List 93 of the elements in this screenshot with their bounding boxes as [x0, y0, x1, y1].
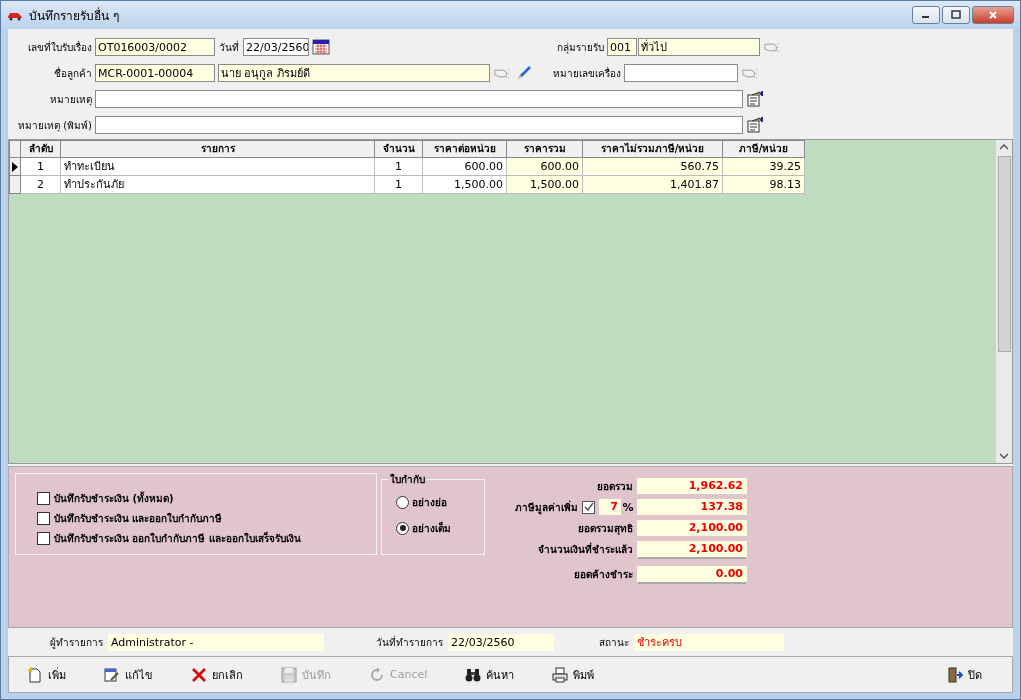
current-row-icon — [12, 161, 18, 172]
transaction-date-value: 22/03/2560 — [448, 633, 554, 651]
field-label: วันที่ — [218, 39, 240, 55]
add-button[interactable]: เพิ่ม — [23, 663, 70, 686]
customer-name-field[interactable]: นาย อนุกูล ภิรมย์ดี — [218, 64, 490, 82]
column-header[interactable]: ราคาต่อหน่วย — [423, 140, 507, 158]
table-cell: ทำประกันภัย — [61, 176, 375, 194]
group-name-field[interactable]: ทั่วไป — [638, 38, 760, 56]
minimize-button[interactable] — [912, 6, 940, 24]
binoculars-icon — [465, 666, 482, 683]
radio-button[interactable]: อย่างเต็ม — [396, 520, 484, 536]
status-value: ชำระครบ — [634, 633, 784, 651]
close-icon — [988, 10, 998, 20]
scroll-up-icon[interactable] — [1000, 144, 1008, 150]
table-cell: 560.75 — [583, 158, 723, 176]
close-button[interactable]: ปิด — [943, 663, 986, 686]
field-label: กลุ่มรายรับ — [556, 40, 605, 55]
x-icon — [191, 666, 207, 683]
scrollbar-thumb[interactable] — [997, 156, 1011, 352]
total-value: 1,962.62 — [637, 478, 747, 494]
printer-icon — [552, 666, 569, 683]
vat-rate-field[interactable]: 7 — [599, 499, 621, 515]
machine-number-field[interactable] — [624, 64, 738, 82]
total-value: 2,100.00 — [637, 541, 747, 557]
checkbox[interactable]: บันทึกรับชำระเงิน (ทั้งหมด) — [37, 490, 376, 506]
window-title: บันทึกรายรับอื่น ๆ — [29, 6, 119, 25]
memo-icon[interactable] — [746, 117, 764, 133]
table-cell: ทำทะเบียน — [61, 158, 375, 176]
radio-indicator[interactable] — [396, 495, 409, 509]
table-cell: 98.13 — [723, 176, 805, 194]
status-label: ผู้ทำรายการ — [49, 635, 104, 650]
checkbox[interactable]: บันทึกรับชำระเงิน ออกใบกำกับภาษี และออกใบเสร็จรับเงิน — [37, 530, 376, 546]
exit-door-icon — [947, 666, 963, 683]
table-cell: 600.00 — [507, 158, 583, 176]
column-header[interactable]: รายการ — [61, 140, 375, 158]
total-value: 137.38 — [637, 499, 747, 515]
memo-icon[interactable] — [746, 91, 764, 107]
calendar-icon[interactable] — [312, 39, 330, 55]
table-cell: 1 — [375, 158, 423, 176]
table-cell: 1,500.00 — [423, 176, 507, 194]
column-header[interactable]: ราคาไม่รวมภาษี/หน่วย — [583, 140, 723, 158]
maximize-icon — [951, 10, 961, 20]
edit-icon — [104, 666, 120, 683]
column-header[interactable]: ภาษี/หน่วย — [723, 140, 805, 158]
status-label: สถานะ — [598, 635, 630, 650]
close-button[interactable] — [972, 6, 1014, 24]
total-label: ภาษีมูลค่าเพิ่ม — [515, 499, 579, 515]
table-cell: 2 — [21, 176, 61, 194]
total-label: ยอดรวมสุทธิ — [578, 521, 634, 536]
new-page-icon — [27, 666, 43, 683]
date-field[interactable]: 22/03/2560 — [243, 38, 309, 56]
table-cell: 1 — [375, 176, 423, 194]
edit-button[interactable]: แก้ไข — [100, 663, 157, 686]
table-cell: 600.00 — [423, 158, 507, 176]
scroll-down-icon[interactable] — [1000, 453, 1008, 459]
total-value: 0.00 — [637, 566, 747, 582]
print-button[interactable]: พิมพ์ — [548, 663, 599, 686]
total-label: ยอดรวม — [597, 479, 634, 494]
operator-value: Administrator - — [108, 633, 324, 651]
receipt-number-field[interactable]: OT016003/0002 — [95, 38, 215, 56]
table-cell: 1 — [21, 158, 61, 176]
radio-button[interactable]: อย่างย่อ — [396, 494, 484, 510]
total-label: ยอดค้างชำระ — [574, 567, 634, 582]
group-title: ใบกำกับ — [388, 472, 427, 487]
field-label: เลขที่ใบรับเรื่อง — [27, 39, 93, 55]
table-cell: 1,401.87 — [583, 176, 723, 194]
void-button[interactable]: ยกเลิก — [187, 663, 247, 686]
row-header[interactable] — [9, 158, 21, 176]
print-note-field[interactable] — [95, 116, 743, 134]
percent-sign: % — [621, 500, 635, 514]
field-label: หมายเหตุ — [49, 92, 93, 107]
search-button[interactable]: ค้นหา — [461, 663, 519, 686]
column-header[interactable]: ลำดับ — [21, 140, 61, 158]
group-code-field[interactable]: 001 — [607, 38, 637, 56]
radio-indicator[interactable] — [396, 521, 409, 535]
undo-icon — [369, 666, 385, 683]
column-header[interactable]: จำนวน — [375, 140, 423, 158]
vat-checkbox[interactable] — [582, 500, 595, 514]
customer-code-field[interactable]: MCR-0001-00004 — [95, 64, 215, 82]
status-label: วันที่ทำรายการ — [375, 634, 444, 650]
table-cell: 1,500.00 — [507, 176, 583, 194]
field-label: หมายเหตุ (พิมพ์) — [17, 118, 93, 133]
pen-icon[interactable] — [515, 64, 533, 82]
field-label: หมายเลขเครื่อง — [552, 65, 622, 81]
field-label: ชื่อลูกค้า — [53, 65, 93, 81]
total-value: 2,100.00 — [637, 520, 747, 536]
table-cell: 39.25 — [723, 158, 805, 176]
total-label: จำนวนเงินที่ชำระแล้ว — [538, 541, 634, 557]
note-field[interactable] — [95, 90, 743, 108]
maximize-button[interactable] — [942, 6, 970, 24]
scrollbar[interactable] — [996, 140, 1012, 463]
checkbox[interactable]: บันทึกรับชำระเงิน และออกใบกำกับภาษี — [37, 510, 376, 526]
column-header[interactable]: ราคารวม — [507, 140, 583, 158]
